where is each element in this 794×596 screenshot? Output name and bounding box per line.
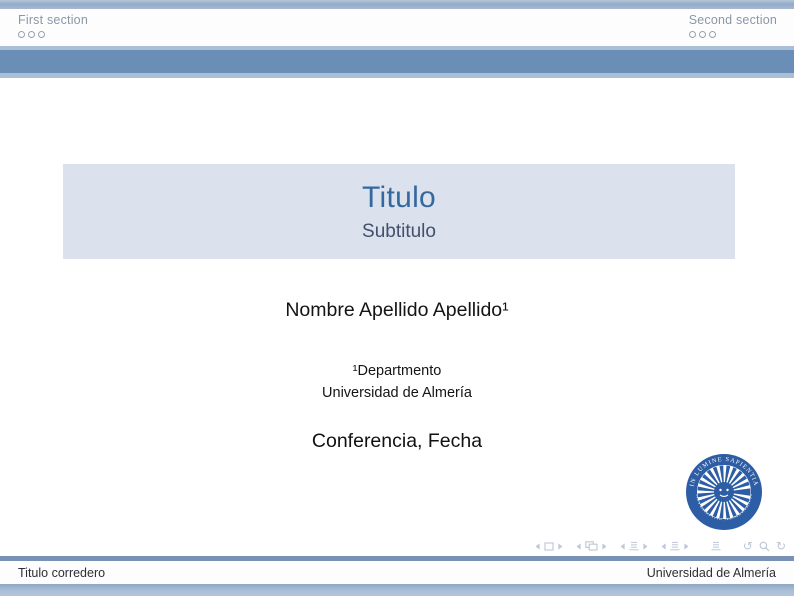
slide-title: Titulo [362,181,436,215]
slide-dot[interactable] [689,31,696,38]
frame-overlay-icon[interactable] [585,541,598,551]
section-nav-group [661,541,689,551]
next-slide-icon[interactable] [558,543,563,550]
prev-frame-icon[interactable] [576,543,581,550]
institute-university: Universidad de Almería [0,382,794,404]
header-section-first[interactable]: First section [18,13,88,38]
slide-dot[interactable] [38,31,45,38]
navigation-symbols: ↺ ↻ [522,538,786,554]
slide-dots [689,31,716,38]
footer-institution: Universidad de Almería [647,566,776,580]
prev-slide-icon[interactable] [535,543,540,550]
footer-bottom-band [0,584,794,596]
header-light-band-bottom [0,73,794,78]
slide-icon[interactable] [544,542,554,551]
seal-sun-face [714,482,734,502]
section-label[interactable]: First section [18,13,88,27]
footer: Titulo corredero Universidad de Almería [0,561,794,584]
slide-dots [18,31,88,38]
slide-dot[interactable] [709,31,716,38]
next-subsection-icon[interactable] [643,543,648,550]
beamer-title-slide: First section Second section Titulo Subt… [0,0,794,596]
slide-nav-group [535,542,563,551]
slide-subtitle: Subtitulo [362,221,436,243]
header-section-second[interactable]: Second section [689,13,777,38]
slide-dot[interactable] [28,31,35,38]
next-frame-icon[interactable] [602,543,607,550]
header-main-bar [0,50,794,73]
slide-dot[interactable] [18,31,25,38]
university-seal-logo: IN LUMINE SAPIENTIA VNIVERSITAS ALMERIEN… [684,452,764,532]
frame-nav-group [576,541,607,551]
prev-subsection-icon[interactable] [620,543,625,550]
history-nav-group: ↺ ↻ [743,540,786,552]
header: First section Second section [0,9,794,46]
back-icon[interactable]: ↺ [743,540,753,552]
presentation-icon[interactable] [711,541,721,551]
subsection-list-icon[interactable] [629,541,639,551]
slide-dot[interactable] [699,31,706,38]
section-list-icon[interactable] [670,541,680,551]
footer-short-title: Titulo corredero [18,566,105,580]
top-accent-bar [0,0,794,9]
title-box: Titulo Subtitulo [63,164,735,259]
find-icon[interactable] [759,541,770,552]
institute-block: ¹Departmento Universidad de Almería [0,360,794,404]
presentation-nav-group [711,541,721,551]
forward-icon[interactable]: ↻ [776,540,786,552]
next-section-icon[interactable] [684,543,689,550]
author-name: Nombre Apellido Apellido¹ [0,299,794,322]
institute-department: ¹Departmento [0,360,794,382]
conference-date: Conferencia, Fecha [0,430,794,453]
prev-section-icon[interactable] [661,543,666,550]
section-label[interactable]: Second section [689,13,777,27]
subsection-nav-group [620,541,648,551]
